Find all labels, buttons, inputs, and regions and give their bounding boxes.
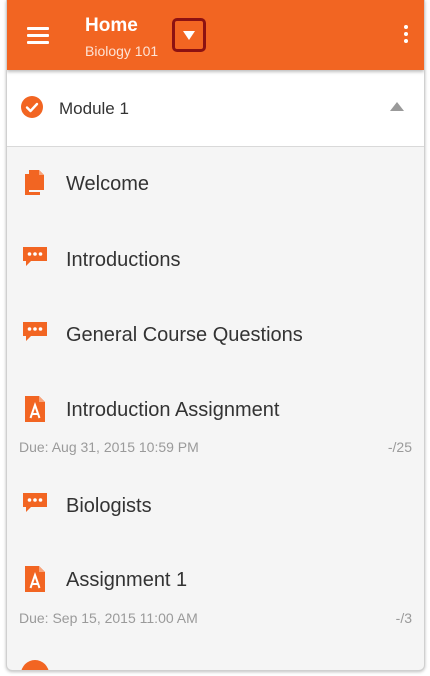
item-label: Assignment 1 [66,569,188,591]
module-title: Module 1 [59,99,129,118]
top-app-bar: Home Biology 101 [7,0,424,70]
course-dropdown-button[interactable] [172,18,206,52]
discussion-icon [21,489,49,517]
item-label: Introduction Assignment [66,399,280,421]
module-item-partial[interactable] [7,652,424,670]
module-item-introduction-assignment[interactable]: Introduction Assignment Due: Aug 31, 201… [7,380,424,470]
due-date: Due: Aug 31, 2015 10:59 PM [19,439,199,455]
module-item-assignment-1[interactable]: Assignment 1 Due: Sep 15, 2015 11:00 AM … [7,550,424,640]
module-item-welcome[interactable]: Welcome [7,150,424,220]
item-label: General Course Questions [66,324,303,346]
checkmark-circle-icon [21,96,43,118]
module-item-biologists[interactable]: Biologists [7,472,424,542]
more-vert-icon[interactable] [402,25,410,47]
discussion-icon [21,243,49,271]
page-icon [21,168,49,196]
module-item-introductions[interactable]: Introductions [7,226,424,296]
item-label: Welcome [66,173,149,195]
item-label: Biologists [66,495,152,517]
module-header[interactable]: Module 1 [7,70,424,147]
assignment-icon [21,394,49,422]
module-item-general-course-questions[interactable]: General Course Questions [7,301,424,371]
quiz-icon [21,660,49,670]
points: -/3 [395,610,412,626]
due-date: Due: Sep 15, 2015 11:00 AM [19,610,198,626]
discussion-icon [21,318,49,346]
assignment-icon [21,564,49,592]
hamburger-menu-icon[interactable] [27,27,49,44]
page-title: Home [85,15,138,36]
course-subtitle: Biology 101 [85,43,159,59]
item-label: Introductions [66,249,181,271]
collapse-triangle-icon[interactable] [390,102,404,111]
dropdown-triangle-icon [183,31,195,40]
app-window: Home Biology 101 Module 1 Welcome Introd… [6,0,425,671]
points: -/25 [387,439,412,455]
